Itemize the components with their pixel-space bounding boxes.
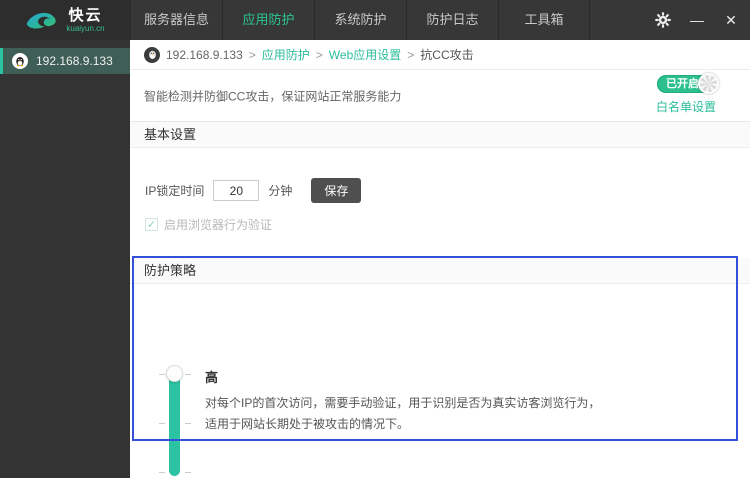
app-window: 快云 kuaiyun.cn 服务器信息 应用防护 系统防护 防护日志 工具箱 —… bbox=[0, 0, 750, 478]
slider-tick bbox=[159, 423, 165, 424]
breadcrumb-current-page: 抗CC攻击 bbox=[420, 48, 474, 62]
feature-description: 智能检测并防御CC攻击，保证网站正常服务能力 bbox=[144, 89, 402, 103]
policy-level-name: 高 bbox=[205, 370, 219, 385]
browser-check-row: ✓ 启用浏览器行为验证 bbox=[145, 216, 750, 233]
server-sidebar: 192.168.9.133 bbox=[0, 40, 130, 478]
logo-text: 快云 kuaiyun.cn bbox=[66, 8, 104, 33]
linux-tux-icon bbox=[12, 53, 28, 69]
slider-tick bbox=[159, 374, 165, 375]
window-controls: — ✕ bbox=[654, 0, 740, 40]
feature-controls: 已开启 白名单设置 bbox=[656, 73, 719, 115]
breadcrumb-link-app-protection[interactable]: 应用防护 bbox=[262, 46, 310, 63]
close-icon[interactable]: ✕ bbox=[722, 12, 740, 29]
breadcrumb: 192.168.9.133 > 应用防护 > Web应用设置 > 抗CC攻击 bbox=[130, 40, 750, 70]
breadcrumb-tux-icon bbox=[144, 46, 160, 63]
policy-desc-line2: 适用于网站长期处于被攻击的情况下。 bbox=[205, 417, 410, 431]
breadcrumb-server: 192.168.9.133 bbox=[166, 47, 243, 62]
server-ip-label: 192.168.9.133 bbox=[36, 54, 113, 68]
policy-level-description: 高 对每个IP的首次访问，需要手动验证，用于识别是否为真实访客浏览行为， 适用于… bbox=[205, 367, 600, 435]
basic-settings-body: IP锁定时间 分钟 保存 ✓ 启用浏览器行为验证 bbox=[130, 148, 750, 258]
enabled-toggle-label: 已开启 bbox=[665, 78, 699, 90]
policy-slider-knob[interactable] bbox=[166, 365, 183, 382]
sidebar-item-server[interactable]: 192.168.9.133 bbox=[0, 48, 130, 74]
breadcrumb-separator: > bbox=[407, 47, 415, 62]
app-logo: 快云 kuaiyun.cn bbox=[0, 0, 130, 40]
toggle-knob-icon bbox=[697, 73, 719, 94]
browser-check-checkbox[interactable]: ✓ bbox=[145, 218, 158, 231]
protection-policy-section: 防护策略 高 对每个IP的首次访问，需要手动验证，用于识别是否为真实访客浏览行为… bbox=[130, 258, 750, 478]
breadcrumb-link-web-settings[interactable]: Web应用设置 bbox=[329, 46, 401, 63]
whitelist-settings-link[interactable]: 白名单设置 bbox=[656, 98, 716, 115]
enabled-toggle[interactable]: 已开启 bbox=[656, 73, 719, 94]
brand-name: 快云 bbox=[68, 6, 103, 24]
browser-check-label: 启用浏览器行为验证 bbox=[164, 218, 273, 232]
brand-domain: kuaiyun.cn bbox=[66, 23, 105, 33]
slider-tick bbox=[185, 374, 191, 375]
slider-tick bbox=[185, 423, 191, 424]
ip-lock-row: IP锁定时间 分钟 保存 bbox=[130, 148, 750, 203]
ip-lock-label: IP锁定时间 bbox=[145, 184, 205, 198]
main-content: 192.168.9.133 > 应用防护 > Web应用设置 > 抗CC攻击 智… bbox=[130, 40, 750, 478]
nav-protection-log[interactable]: 防护日志 bbox=[406, 0, 498, 40]
protection-policy-body: 高 对每个IP的首次访问，需要手动验证，用于识别是否为真实访客浏览行为， 适用于… bbox=[130, 284, 750, 478]
basic-settings-header: 基本设置 bbox=[130, 122, 750, 148]
ip-lock-input[interactable] bbox=[213, 180, 260, 201]
nav-toolbox[interactable]: 工具箱 bbox=[498, 0, 590, 40]
nav-system-protection[interactable]: 系统防护 bbox=[314, 0, 406, 40]
settings-gear-icon[interactable] bbox=[654, 11, 672, 29]
ip-lock-unit: 分钟 bbox=[268, 184, 293, 198]
policy-level-slider[interactable] bbox=[169, 370, 180, 476]
policy-desc-line1: 对每个IP的首次访问，需要手动验证，用于识别是否为真实访客浏览行为， bbox=[205, 396, 601, 410]
breadcrumb-separator: > bbox=[248, 47, 256, 62]
main-nav: 服务器信息 应用防护 系统防护 防护日志 工具箱 bbox=[130, 0, 590, 40]
nav-server-info[interactable]: 服务器信息 bbox=[130, 0, 222, 40]
feature-overview: 智能检测并防御CC攻击，保证网站正常服务能力 已开启 白名单设置 bbox=[130, 70, 750, 122]
protection-policy-header: 防护策略 bbox=[130, 258, 750, 284]
save-button[interactable]: 保存 bbox=[311, 178, 362, 203]
nav-app-protection[interactable]: 应用防护 bbox=[222, 0, 314, 40]
kuaiyun-swirl-icon bbox=[27, 12, 57, 29]
breadcrumb-separator: > bbox=[315, 47, 323, 62]
titlebar: 快云 kuaiyun.cn 服务器信息 应用防护 系统防护 防护日志 工具箱 —… bbox=[0, 0, 750, 40]
slider-tick bbox=[185, 472, 191, 473]
minimize-icon[interactable]: — bbox=[688, 12, 706, 28]
slider-tick bbox=[159, 472, 165, 473]
